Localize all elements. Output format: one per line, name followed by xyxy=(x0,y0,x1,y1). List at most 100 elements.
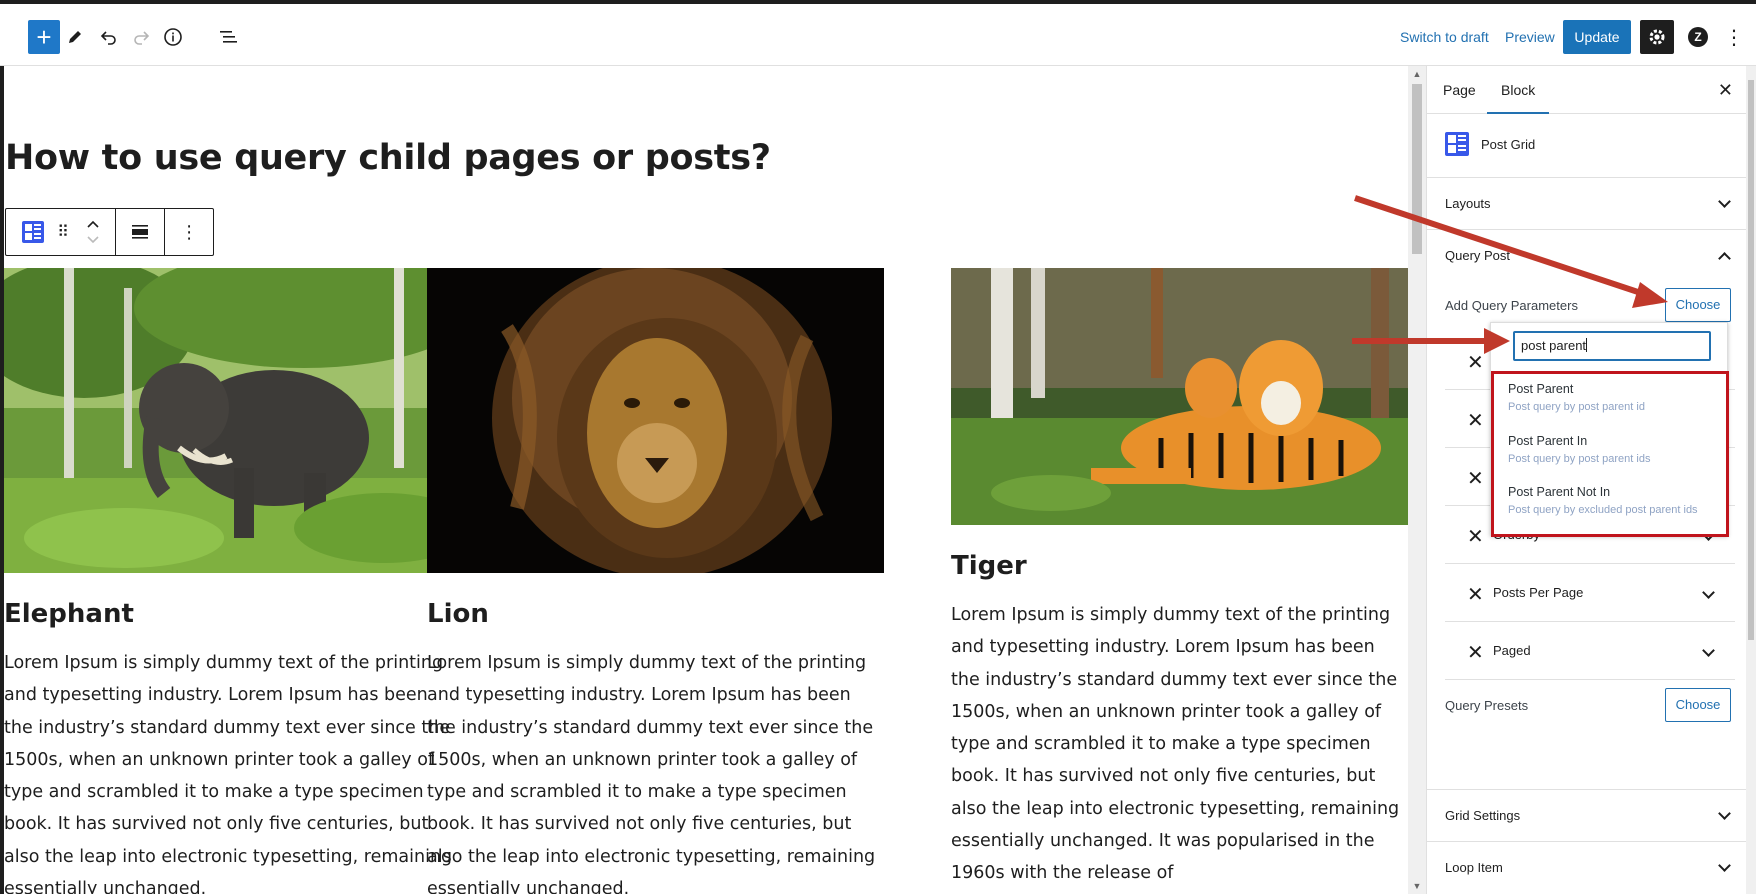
post-title[interactable]: Elephant xyxy=(4,599,461,629)
kebab-icon: ⋮ xyxy=(180,221,199,242)
redo-icon xyxy=(134,31,150,45)
post-grid-icon xyxy=(1445,132,1469,156)
drag-icon: ⠿ xyxy=(57,224,69,241)
preview-button[interactable]: Preview xyxy=(1505,22,1555,52)
drag-handle[interactable]: ⠿ xyxy=(48,209,78,255)
parameter-search-input[interactable]: post parent xyxy=(1513,331,1711,361)
remove-icon[interactable]: ✕ xyxy=(1467,408,1484,433)
settings-button[interactable] xyxy=(1640,20,1674,54)
post-excerpt: Lorem Ipsum is simply dummy text of the … xyxy=(427,653,876,894)
param-row-paged[interactable]: ✕ Paged xyxy=(1445,622,1735,680)
block-toolbar-group: ⠿ xyxy=(6,209,116,255)
result-description: Post query by excluded post parent ids xyxy=(1508,504,1698,516)
align-group xyxy=(116,209,166,255)
choose-query-preset-button[interactable]: Choose xyxy=(1665,688,1731,722)
result-description: Post query by post parent ids xyxy=(1508,453,1651,465)
update-button[interactable]: Update xyxy=(1563,20,1631,54)
plugin-circle-icon: Z xyxy=(1688,27,1708,47)
more-group: ⋮ xyxy=(165,209,213,255)
query-parameter-dropdown: post parent Post Parent Post query by po… xyxy=(1490,322,1729,537)
chevron-up-icon[interactable] xyxy=(1718,252,1731,266)
info-icon xyxy=(164,28,182,46)
param-label: Paged xyxy=(1493,643,1531,658)
panel-loop-item[interactable]: Loop Item xyxy=(1427,842,1747,894)
add-block-button[interactable]: + xyxy=(28,20,60,54)
editor-header: + Switch to draft Preview Update Z ⋮ xyxy=(0,0,1756,66)
post-grid-icon xyxy=(22,221,44,243)
post-title[interactable]: Lion xyxy=(427,599,884,629)
choose-query-parameter-button[interactable]: Choose xyxy=(1665,288,1731,322)
tab-block[interactable]: Block xyxy=(1487,66,1550,114)
chevron-down-icon[interactable] xyxy=(1702,584,1715,602)
scroll-thumb[interactable] xyxy=(1412,84,1422,254)
options-button[interactable]: ⋮ xyxy=(1720,20,1748,54)
search-input-value: post parent xyxy=(1521,338,1587,353)
editor-canvas: How to use query child pages or posts? ⠿… xyxy=(4,66,1408,894)
remove-icon[interactable]: ✕ xyxy=(1467,640,1484,665)
panel-grid-settings[interactable]: Grid Settings xyxy=(1427,790,1747,842)
result-description: Post query by post parent id xyxy=(1508,401,1645,413)
panel-title[interactable]: Query Post xyxy=(1445,248,1510,263)
block-toolbar: ⠿ ⋮ xyxy=(5,208,214,256)
param-label: Posts Per Page xyxy=(1493,585,1584,600)
remove-icon[interactable]: ✕ xyxy=(1467,350,1484,375)
undo-icon xyxy=(100,31,116,45)
align-button[interactable] xyxy=(125,209,155,255)
chevron-down-icon xyxy=(1718,195,1731,209)
chevron-down-icon xyxy=(1718,859,1731,873)
switch-to-draft-button[interactable]: Switch to draft xyxy=(1400,22,1489,52)
undo-button[interactable] xyxy=(92,20,126,54)
remove-icon[interactable]: ✕ xyxy=(1467,466,1484,491)
tools-button[interactable] xyxy=(58,20,92,54)
kebab-icon: ⋮ xyxy=(1724,26,1744,49)
block-name: Post Grid xyxy=(1481,137,1536,152)
result-title: Post Parent Not In xyxy=(1508,485,1611,499)
result-title: Post Parent In xyxy=(1508,434,1588,448)
panel-layouts[interactable]: Layouts xyxy=(1427,178,1747,230)
tiger-image[interactable] xyxy=(951,268,1408,525)
add-query-parameters-label: Add Query Parameters xyxy=(1445,298,1578,313)
chevron-down-icon[interactable] xyxy=(1702,642,1715,660)
remove-icon[interactable]: ✕ xyxy=(1467,524,1484,549)
post-title[interactable]: Tiger xyxy=(951,551,1408,581)
sidebar-scrollbar[interactable] xyxy=(1746,66,1756,894)
page-title[interactable]: How to use query child pages or posts? xyxy=(5,138,771,178)
result-item[interactable]: Post Parent Post query by post parent id xyxy=(1508,382,1645,413)
plugin-button[interactable]: Z xyxy=(1681,20,1715,54)
post-excerpt: Lorem Ipsum is simply dummy text of the … xyxy=(951,605,1400,884)
result-item[interactable]: Post Parent Not In Post query by exclude… xyxy=(1508,485,1698,516)
panel-title: Loop Item xyxy=(1445,860,1503,875)
move-up-down[interactable] xyxy=(78,209,108,255)
canvas-scrollbar[interactable]: ▲ ▼ xyxy=(1408,66,1426,894)
query-presets-label: Query Presets xyxy=(1445,698,1529,713)
tab-page[interactable]: Page xyxy=(1443,66,1476,114)
param-row-posts-per-page[interactable]: ✕ Posts Per Page xyxy=(1445,564,1735,622)
list-view-icon xyxy=(220,31,237,43)
redo-button[interactable] xyxy=(124,20,158,54)
list-view-button[interactable] xyxy=(212,20,246,54)
align-icon xyxy=(131,225,148,239)
lion-image[interactable] xyxy=(427,268,884,573)
gear-icon xyxy=(1649,29,1665,45)
block-type-button[interactable] xyxy=(18,209,48,255)
result-item[interactable]: Post Parent In Post query by post parent… xyxy=(1508,434,1650,465)
post-card: Lion Lorem Ipsum is simply dummy text of… xyxy=(427,268,884,894)
remove-icon[interactable]: ✕ xyxy=(1467,582,1484,607)
search-results: Post Parent Post query by post parent id… xyxy=(1491,371,1729,537)
elephant-image[interactable] xyxy=(4,268,461,573)
block-card: Post Grid xyxy=(1427,114,1747,178)
move-arrows-icon xyxy=(87,220,99,244)
post-card: Elephant Lorem Ipsum is simply dummy tex… xyxy=(4,268,461,894)
block-options-button[interactable]: ⋮ xyxy=(174,209,204,255)
plus-icon: + xyxy=(36,22,52,52)
scroll-thumb[interactable] xyxy=(1748,80,1754,640)
scroll-up-arrow[interactable]: ▲ xyxy=(1408,66,1426,82)
post-card: Tiger Lorem Ipsum is simply dummy text o… xyxy=(951,268,1408,890)
result-title: Post Parent xyxy=(1508,382,1574,396)
details-button[interactable] xyxy=(156,20,190,54)
sidebar-tabs: Page Block ✕ xyxy=(1427,66,1747,114)
chevron-down-icon xyxy=(1718,807,1731,821)
panel-title: Layouts xyxy=(1445,196,1491,211)
scroll-down-arrow[interactable]: ▼ xyxy=(1408,878,1426,894)
close-icon[interactable]: ✕ xyxy=(1718,80,1733,101)
